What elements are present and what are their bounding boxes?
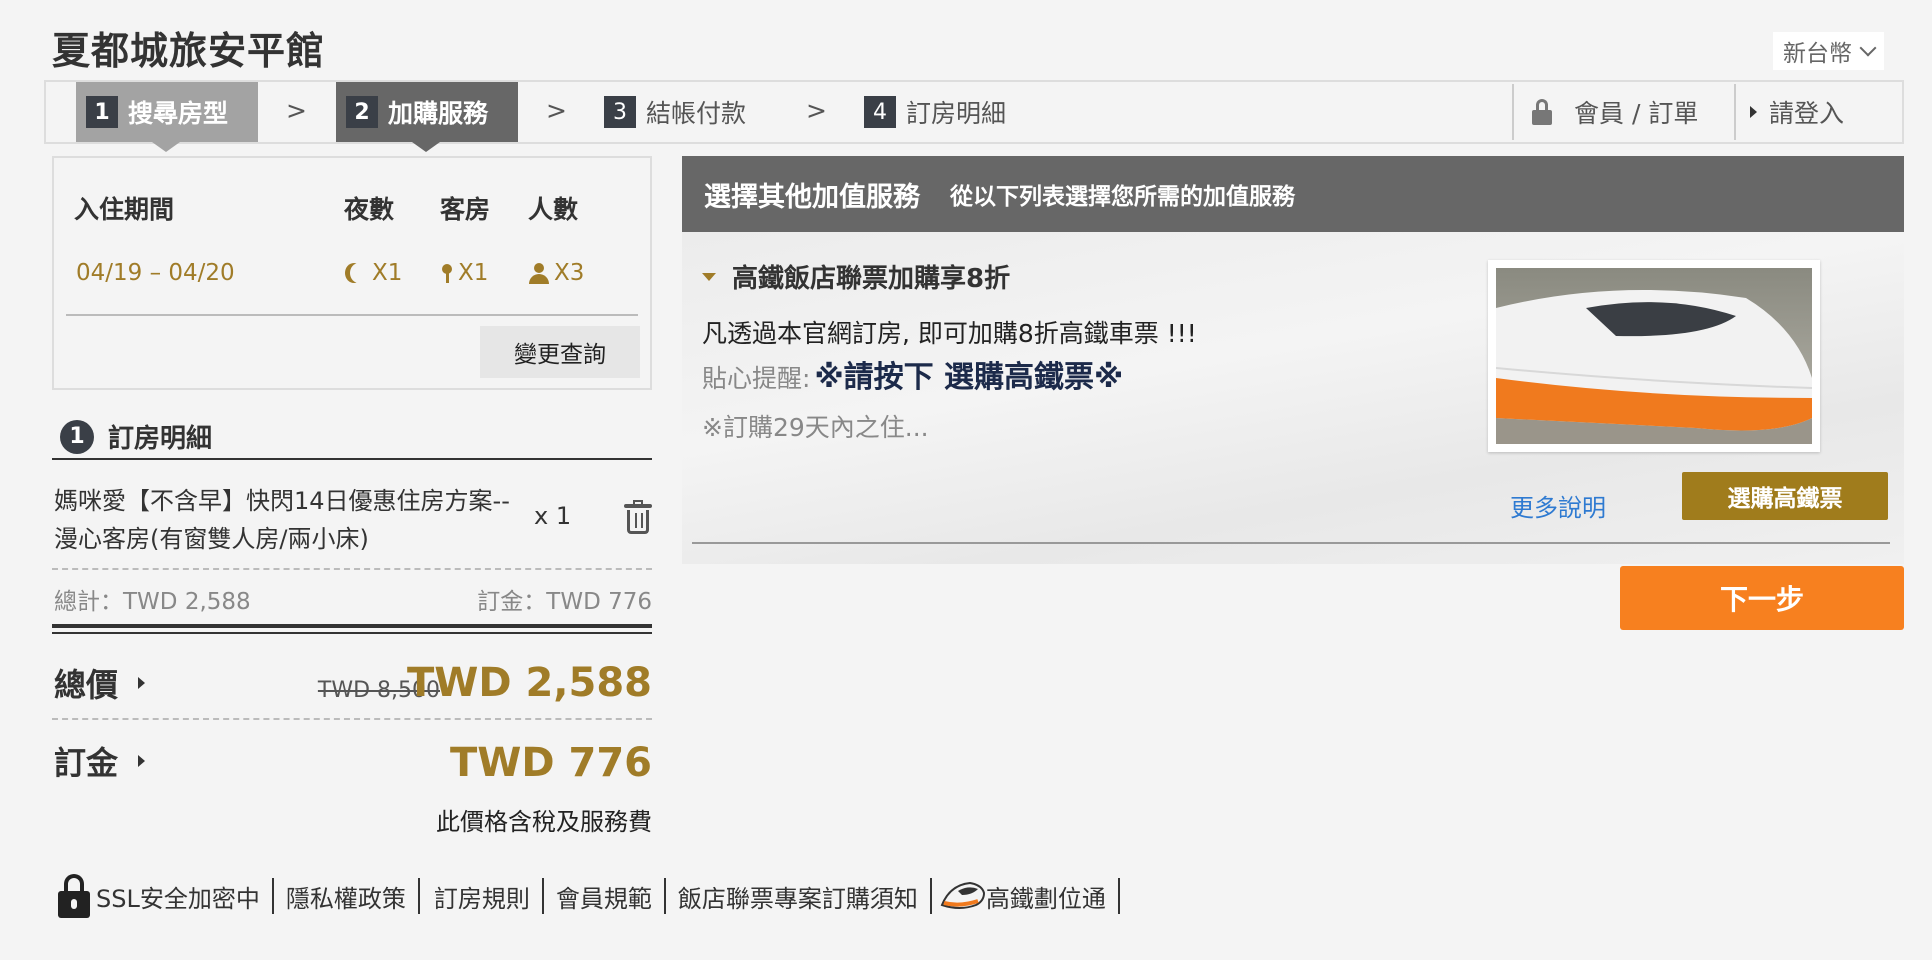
- buy-hsr-ticket-button[interactable]: 選購高鐵票: [1682, 472, 1888, 520]
- step-2-addon-service: 2 加購服務: [336, 82, 518, 152]
- step-number: 1: [86, 96, 118, 128]
- currency-label: 新台幣: [1783, 41, 1852, 67]
- divider: [692, 542, 1890, 544]
- package-notice-link[interactable]: 飯店聯票專案訂購須知: [666, 878, 932, 914]
- ssl-label: SSL安全加密中: [96, 884, 260, 913]
- trash-icon[interactable]: [624, 500, 652, 534]
- stay-period-value: 04/19 – 04/20: [76, 260, 235, 286]
- lock-icon: [58, 874, 90, 918]
- hotel-title: 夏都城旅安平館: [52, 29, 326, 73]
- step-label: 搜尋房型: [128, 99, 229, 128]
- thsr-seat-link[interactable]: 高鐵劃位通: [932, 878, 1120, 914]
- rooms-count: X1: [458, 260, 489, 286]
- stay-period-header: 入住期間: [74, 195, 175, 224]
- dashed-divider: [52, 718, 652, 720]
- step-label: 結帳付款: [646, 99, 747, 128]
- step-separator: >: [286, 96, 307, 125]
- deposit-summary-text: 訂金：TWD 776: [477, 589, 652, 615]
- tax-included-note: 此價格含稅及服務費: [436, 808, 652, 836]
- step-4-booking-details: 4 訂房明細: [854, 82, 1006, 142]
- offer-description: 凡透過本官網訂房, 即可加購8折高鐵車票 !!!: [702, 319, 1197, 348]
- addon-offer-panel: 高鐵飯店聯票加購享8折 凡透過本官網訂房, 即可加購8折高鐵車票 !!! 貼心提…: [682, 232, 1904, 564]
- step-pointer: [152, 142, 180, 152]
- order-step-number: 1: [60, 419, 94, 454]
- step-separator: >: [546, 96, 567, 125]
- addon-header-subtitle: 從以下列表選擇您所需的加值服務: [950, 184, 1295, 210]
- offer-truncated-note: ※訂購29天內之住...: [702, 413, 929, 442]
- train-image: [1495, 268, 1813, 444]
- order-details-heading: 1 訂房明細: [60, 418, 212, 455]
- divider: [52, 458, 652, 460]
- caret-right-icon: [138, 755, 146, 767]
- addon-services-header: 選擇其他加值服務 從以下列表選擇您所需的加值服務: [682, 156, 1904, 232]
- step-1-search-room[interactable]: 1 搜尋房型: [76, 82, 258, 152]
- caret-right-icon: [1750, 106, 1757, 118]
- rooms-value: X1: [440, 260, 488, 286]
- step-progress-bar: 1 搜尋房型 > 2 加購服務 > 3 結帳付款 > 4 訂房明細 會員 / 訂…: [44, 80, 1904, 152]
- caret-right-icon: [138, 677, 146, 689]
- deposit-toggle[interactable]: 訂金: [54, 738, 146, 784]
- train-icon: [940, 881, 985, 909]
- more-info-link[interactable]: 更多說明: [1510, 488, 1606, 523]
- stay-summary-box: 入住期間 夜數 客房 人數 04/19 – 04/20 X1 X1 X3 變更查…: [52, 156, 652, 390]
- currency-select[interactable]: 新台幣: [1773, 32, 1884, 70]
- caret-down-icon: [702, 272, 716, 281]
- key-icon: [440, 262, 454, 284]
- thsr-label: 高鐵劃位通: [985, 884, 1106, 913]
- addon-header-title: 選擇其他加值服務: [704, 181, 920, 213]
- total-price: TWD 2,588: [406, 660, 652, 706]
- dashed-divider: [52, 568, 652, 570]
- people-count: X3: [554, 260, 585, 286]
- step-number: 2: [346, 96, 378, 128]
- offer-title-toggle[interactable]: 高鐵飯店聯票加購享8折: [702, 258, 1010, 295]
- nights-count: X1: [372, 260, 403, 286]
- step-3-checkout: 3 結帳付款: [594, 82, 746, 142]
- member-terms-link[interactable]: 會員規範: [544, 878, 666, 914]
- offer-tip: 貼心提醒: ※請按下 選購高鐵票※: [702, 352, 1123, 396]
- footer-links: SSL安全加密中 隱私權政策 訂房規則 會員規範 飯店聯票專案訂購須知 高鐵劃位…: [58, 874, 1120, 918]
- rooms-header: 客房: [440, 195, 491, 224]
- member-orders-link[interactable]: 會員 / 訂單: [1512, 84, 1698, 140]
- next-step-button[interactable]: 下一步: [1620, 566, 1904, 630]
- lock-icon: [1532, 99, 1552, 125]
- tip-emphasis: ※請按下 選購高鐵票※: [814, 360, 1124, 395]
- step-label: 訂房明細: [906, 99, 1007, 128]
- room-plan-name: 媽咪愛【不含早】快閃14日優惠住房方案--漫心客房(有窗雙人房/兩小床): [54, 487, 510, 553]
- privacy-policy-link[interactable]: 隱私權政策: [274, 878, 420, 914]
- tip-label: 貼心提醒:: [702, 364, 811, 393]
- person-icon: [528, 262, 550, 284]
- people-value: X3: [528, 260, 584, 286]
- offer-title: 高鐵飯店聯票加購享8折: [732, 264, 1011, 294]
- step-number: 3: [604, 96, 636, 128]
- deposit-label: 訂金: [54, 744, 119, 782]
- nights-value: X1: [344, 260, 402, 286]
- room-quantity: x 1: [534, 502, 572, 530]
- deposit-amount: TWD 776: [449, 740, 652, 786]
- login-label: 請登入: [1769, 99, 1845, 128]
- total-price-toggle[interactable]: 總價: [54, 660, 146, 706]
- booking-rules-link[interactable]: 訂房規則: [420, 878, 544, 914]
- step-separator: >: [806, 96, 827, 125]
- subtotal-text: 總計：TWD 2,588: [54, 589, 251, 615]
- people-header: 人數: [528, 195, 579, 224]
- high-speed-rail-photo: [1488, 260, 1820, 452]
- login-link[interactable]: 請登入: [1734, 84, 1844, 140]
- divider: [66, 314, 638, 316]
- change-search-button[interactable]: 變更查詢: [480, 326, 640, 378]
- order-details-title: 訂房明細: [108, 424, 213, 454]
- member-orders-label: 會員 / 訂單: [1574, 99, 1699, 128]
- step-label: 加購服務: [388, 99, 489, 128]
- total-price-label: 總價: [54, 666, 119, 704]
- moon-icon: [350, 263, 368, 283]
- ssl-badge: SSL安全加密中: [58, 874, 274, 918]
- double-divider: [52, 624, 652, 634]
- step-pointer: [412, 142, 440, 152]
- step-number: 4: [864, 96, 896, 128]
- nights-header: 夜數: [344, 195, 395, 224]
- chevron-down-icon: [1859, 39, 1877, 57]
